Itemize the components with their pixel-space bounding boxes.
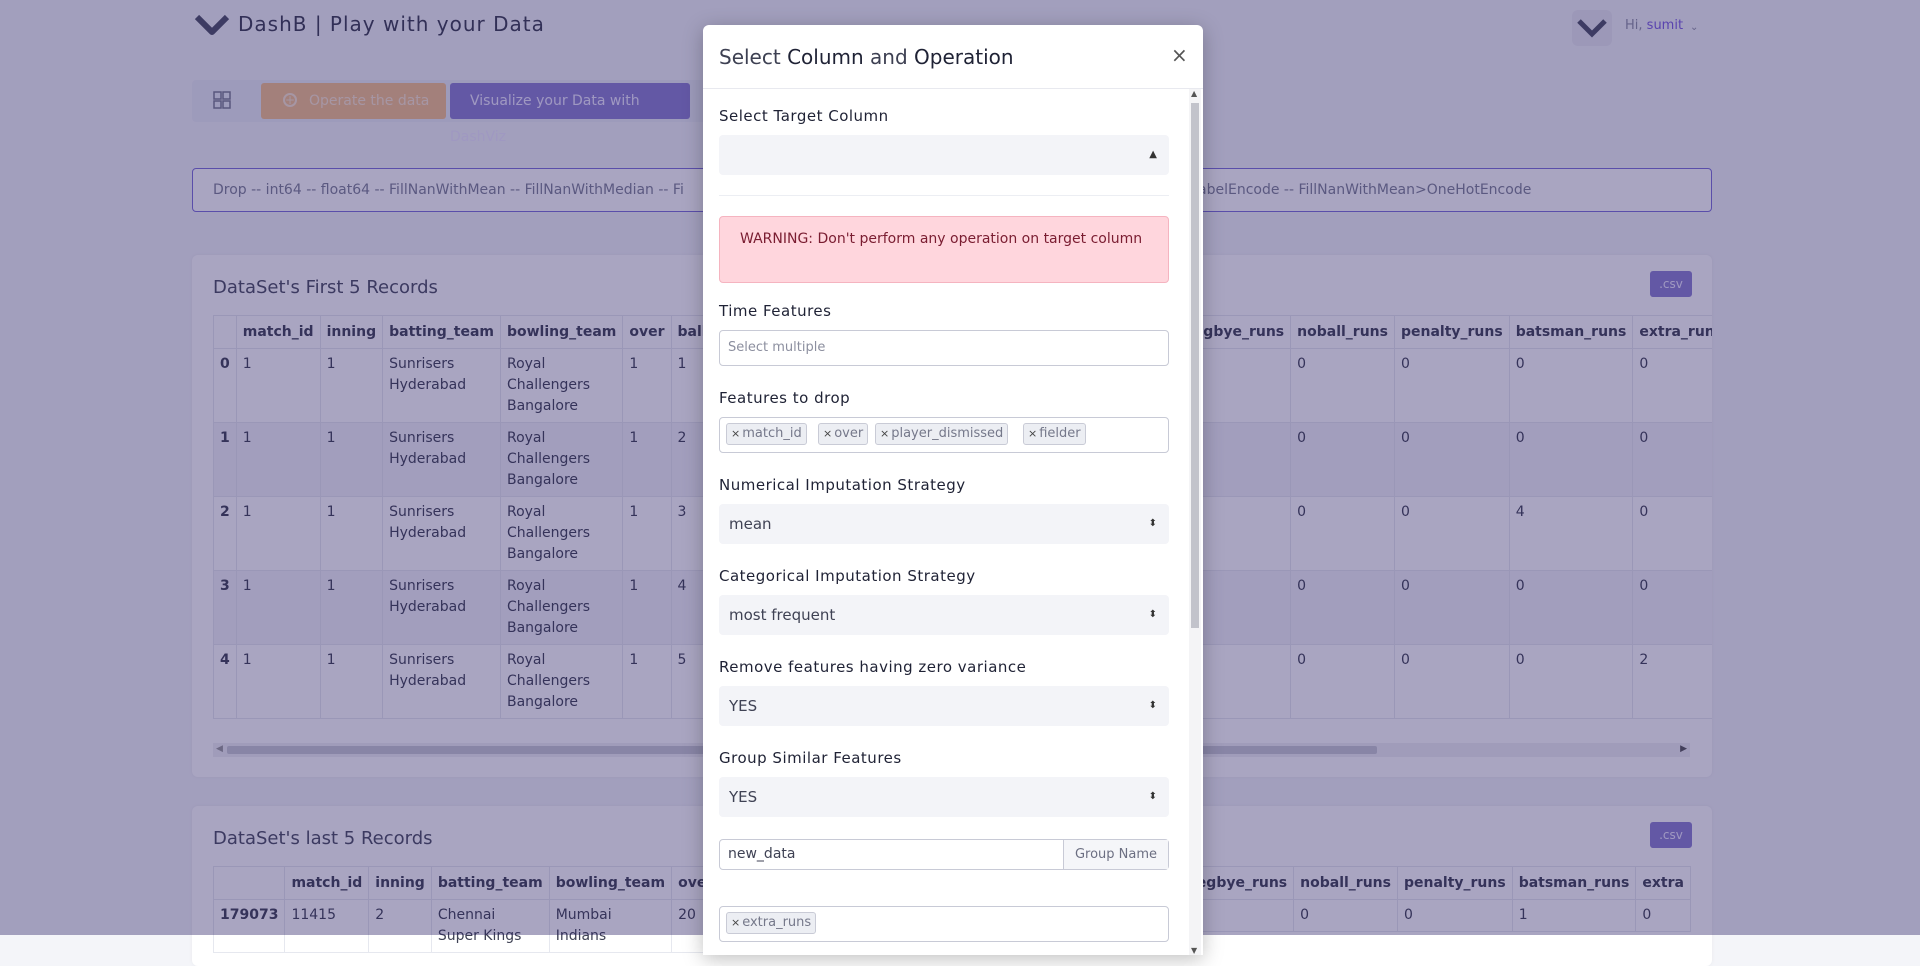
select-arrows-icon: ⬍ (1148, 609, 1157, 620)
group-name-input-group: new_data Group Name (719, 839, 1169, 870)
tag-label: match_id (742, 426, 802, 441)
features-to-drop-input[interactable]: × match_id × over × player_dismissed × field… (719, 417, 1169, 453)
zero-variance-label: Remove features having zero variance (719, 658, 1027, 676)
remove-tag-icon[interactable]: × (731, 427, 740, 440)
remove-tag-icon[interactable]: × (731, 916, 740, 929)
remove-tag-icon[interactable]: × (880, 427, 889, 440)
select-arrows-icon: ⬍ (1148, 518, 1157, 529)
zero-variance-select[interactable]: YES ⬍ (719, 686, 1169, 726)
divider (719, 195, 1169, 196)
modal-scrollbar-thumb[interactable] (1191, 103, 1199, 628)
modal-title-and: and (863, 45, 914, 69)
tag-label: fielder (1039, 426, 1081, 441)
group-similar-value: YES (729, 788, 758, 806)
zero-variance-value: YES (729, 697, 758, 715)
categorical-imputation-select[interactable]: most frequent ⬍ (719, 595, 1169, 635)
scroll-up-arrow-icon[interactable]: ▲ (1191, 89, 1197, 98)
drop-tag[interactable]: × player_dismissed (875, 423, 1009, 445)
modal-body: Select Target Column ▲ WARNING: Don't pe… (703, 89, 1203, 955)
group-similar-select[interactable]: YES ⬍ (719, 777, 1169, 817)
target-warning-alert: WARNING: Don't perform any operation on … (719, 216, 1169, 283)
modal-title-column: Column (787, 45, 864, 69)
modal-header: Select Column and Operation × (703, 25, 1203, 89)
remove-tag-icon[interactable]: × (1028, 427, 1037, 440)
modal-title-pre: Select (719, 45, 788, 69)
categorical-imputation-value: most frequent (729, 606, 836, 624)
select-arrows-icon: ⬍ (1148, 791, 1157, 802)
close-icon[interactable]: × (1171, 43, 1188, 67)
tag-label: player_dismissed (891, 426, 1004, 441)
drop-tag[interactable]: × over (818, 423, 869, 445)
time-features-input[interactable]: Select multiple (719, 330, 1169, 366)
drop-tag[interactable]: × match_id (726, 423, 807, 445)
remove-tag-icon[interactable]: × (823, 427, 832, 440)
modal-title-operation: Operation (914, 45, 1014, 69)
group-tag[interactable]: × extra_runs (726, 912, 817, 934)
target-column-select[interactable]: ▲ (719, 135, 1169, 175)
select-column-operation-modal: Select Column and Operation × Select Tar… (703, 25, 1203, 955)
features-to-drop-label: Features to drop (719, 389, 851, 407)
numerical-imputation-label: Numerical Imputation Strategy (719, 476, 966, 494)
tag-label: over (834, 426, 864, 441)
target-column-label: Select Target Column (719, 107, 889, 125)
select-arrows-icon: ▲ (1149, 149, 1157, 160)
drop-tag[interactable]: × fielder (1023, 423, 1086, 445)
group-name-input[interactable]: new_data (728, 846, 795, 862)
numerical-imputation-value: mean (729, 515, 772, 533)
group-features-input[interactable]: × extra_runs (719, 906, 1169, 942)
numerical-imputation-select[interactable]: mean ⬍ (719, 504, 1169, 544)
select-arrows-icon: ⬍ (1148, 700, 1157, 711)
group-name-addon: Group Name (1063, 840, 1168, 869)
modal-title: Select Column and Operation (719, 45, 1014, 69)
group-similar-label: Group Similar Features (719, 749, 902, 767)
page-background: DashB | Play with your Data Hi, sumit ⌄ … (0, 0, 1920, 966)
time-features-placeholder: Select multiple (728, 340, 826, 355)
categorical-imputation-label: Categorical Imputation Strategy (719, 567, 976, 585)
modal-scrollbar[interactable]: ▲ ▼ (1189, 89, 1201, 955)
tag-label: extra_runs (742, 915, 812, 930)
time-features-label: Time Features (719, 302, 832, 320)
scroll-down-arrow-icon[interactable]: ▼ (1191, 946, 1197, 955)
